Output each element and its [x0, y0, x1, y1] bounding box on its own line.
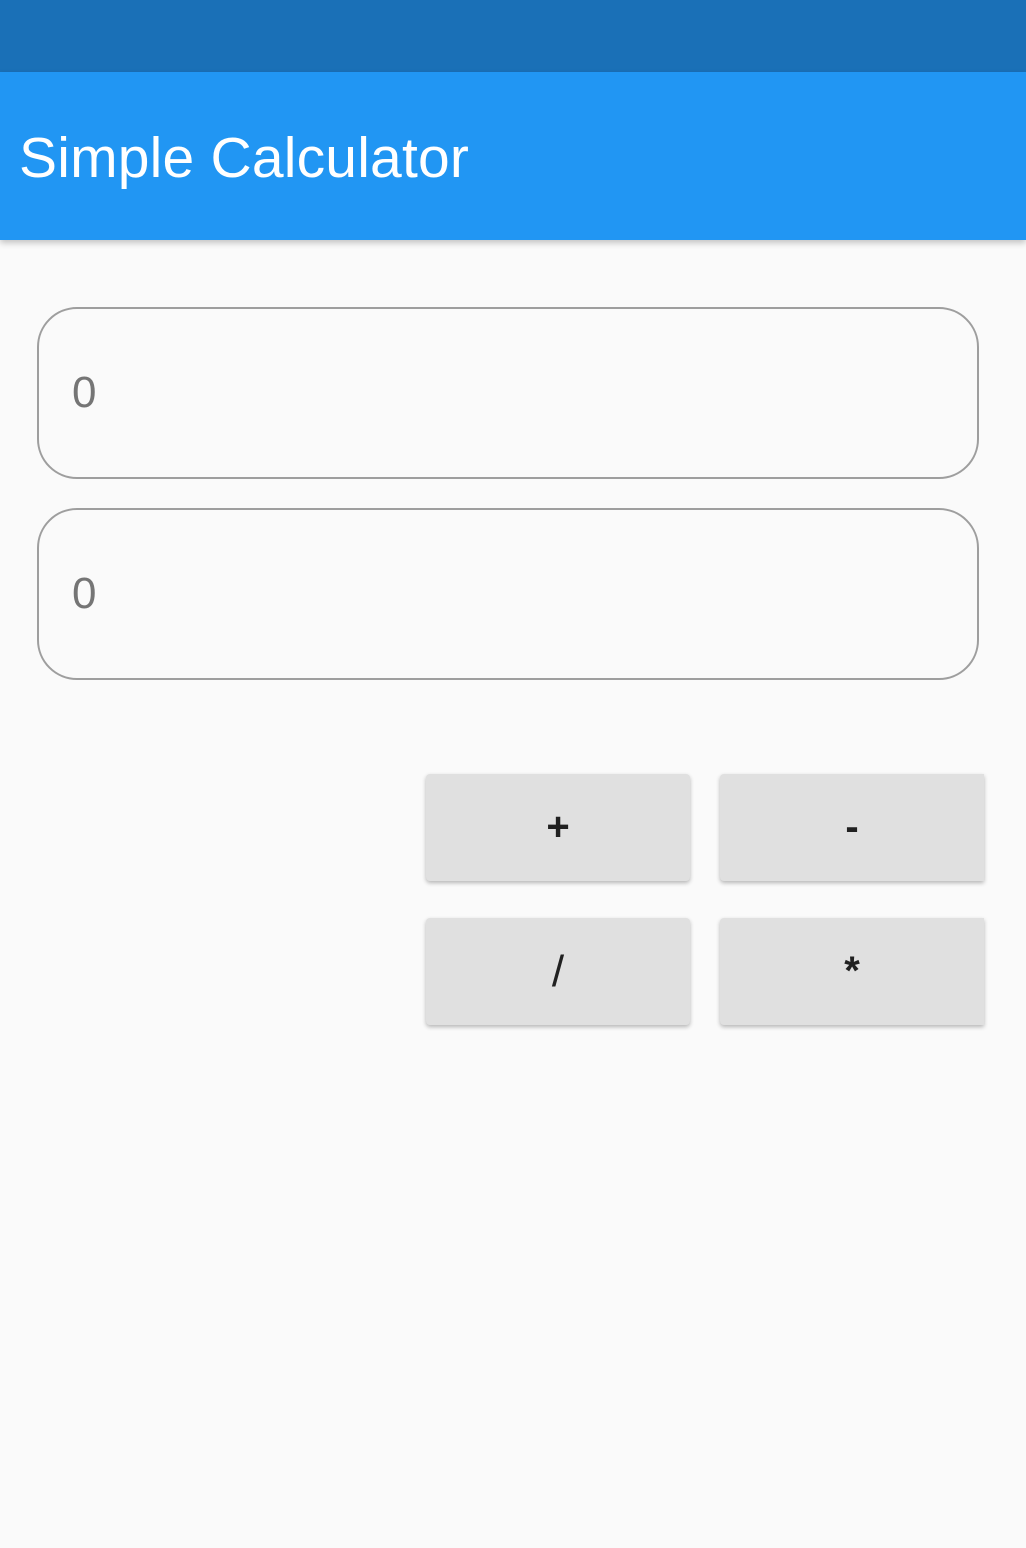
add-button[interactable]: +	[426, 774, 690, 881]
status-bar	[0, 0, 1026, 72]
app-bar: Simple Calculator	[0, 72, 1026, 240]
first-number-input[interactable]	[72, 309, 932, 477]
first-number-field	[37, 307, 979, 479]
divide-button[interactable]: /	[426, 918, 690, 1025]
second-number-field	[37, 508, 979, 680]
subtract-button[interactable]: -	[720, 774, 984, 881]
second-number-input[interactable]	[72, 510, 932, 678]
multiply-button[interactable]: *	[720, 918, 984, 1025]
app-title: Simple Calculator	[19, 126, 470, 190]
